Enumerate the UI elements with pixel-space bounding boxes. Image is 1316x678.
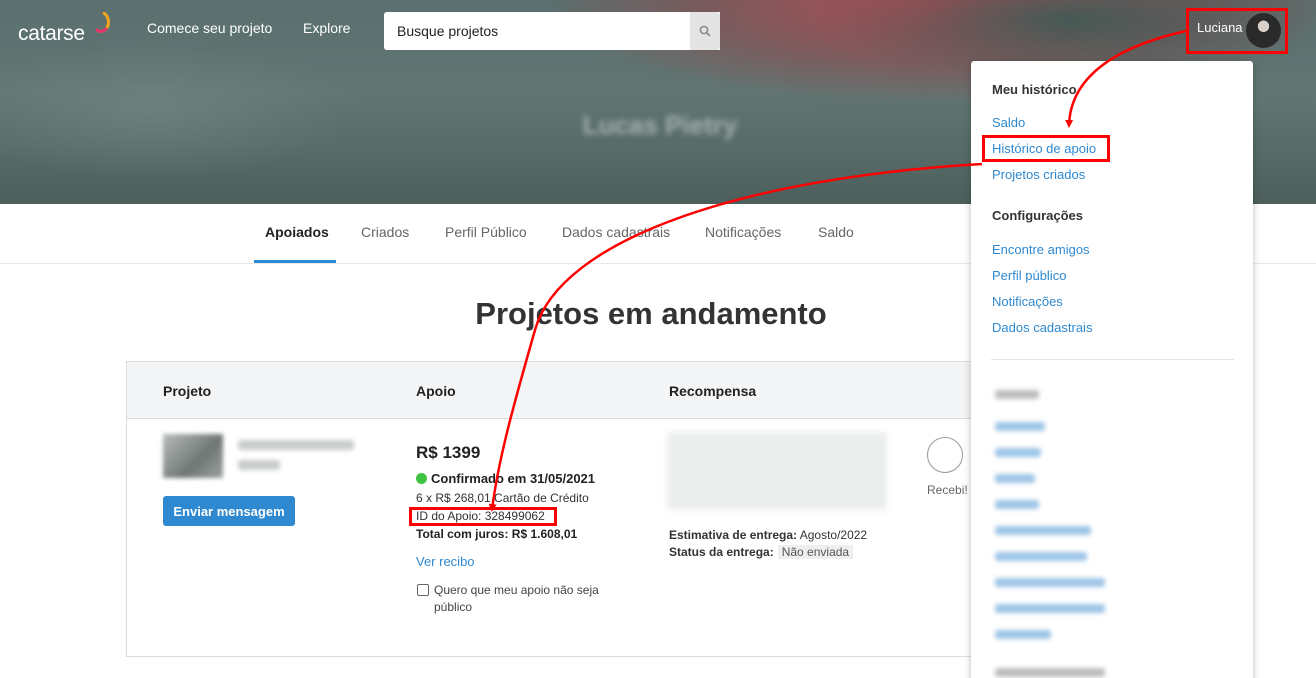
- tab-apoiados[interactable]: Apoiados: [265, 224, 329, 240]
- catarse-logo[interactable]: catarse: [18, 22, 85, 46]
- dropdown-item-perfil-publico[interactable]: Perfil público: [992, 268, 1066, 283]
- project-title-blurred-2: [238, 460, 280, 470]
- project-thumbnail[interactable]: [163, 434, 223, 478]
- private-support-checkbox[interactable]: [417, 584, 429, 596]
- project-title-blurred[interactable]: [238, 440, 354, 450]
- dropdown-blurred-item[interactable]: [995, 604, 1105, 613]
- search-bar: [384, 12, 720, 50]
- dropdown-item-saldo[interactable]: Saldo: [992, 115, 1025, 130]
- tab-perfil-publico[interactable]: Perfil Público: [445, 224, 527, 240]
- search-icon: [699, 25, 711, 37]
- table-header: [127, 362, 1005, 419]
- tab-dados-cadastrais[interactable]: Dados cadastrais: [562, 224, 670, 240]
- dropdown-blurred-heading: [995, 390, 1039, 399]
- total-with-interest: Total com juros: R$ 1.608,01: [416, 527, 578, 541]
- private-support-label[interactable]: Quero que meu apoio não seja público: [434, 582, 614, 616]
- send-message-button[interactable]: Enviar mensagem: [163, 496, 295, 526]
- tab-criados[interactable]: Criados: [361, 224, 409, 240]
- delivery-estimate: Estimativa de entrega: Agosto/2022: [669, 528, 868, 542]
- dropdown-heading-history: Meu histórico: [992, 82, 1077, 97]
- dropdown-item-projetos-criados[interactable]: Projetos criados: [992, 167, 1085, 182]
- catarse-logo-mark-icon: [96, 12, 110, 33]
- annotation-highlight-user-menu: [1186, 8, 1288, 54]
- tab-saldo[interactable]: Saldo: [818, 224, 854, 240]
- dropdown-blurred-item[interactable]: [995, 526, 1091, 535]
- dropdown-divider: [991, 359, 1234, 360]
- column-header-recompensa: Recompensa: [669, 383, 757, 399]
- dropdown-blurred-item[interactable]: [995, 552, 1087, 561]
- delivery-status-badge: Não enviada: [777, 545, 854, 559]
- active-tab-indicator: [254, 260, 336, 263]
- search-button[interactable]: [690, 12, 720, 50]
- nav-start-project-link[interactable]: Comece seu projeto: [147, 20, 272, 36]
- annotation-highlight-history-link: [982, 135, 1110, 162]
- dropdown-item-dados-cadastrais[interactable]: Dados cadastrais: [992, 320, 1092, 335]
- delivery-status: Status da entrega: Não enviada: [669, 545, 854, 559]
- received-toggle[interactable]: [927, 437, 963, 473]
- tab-notificacoes[interactable]: Notificações: [705, 224, 781, 240]
- annotation-highlight-support-id: [409, 507, 557, 526]
- dropdown-blurred-item[interactable]: [995, 448, 1041, 457]
- profile-name-blurred: Lucas Pietry: [582, 110, 738, 140]
- search-input[interactable]: [384, 12, 690, 50]
- nav-explore-link[interactable]: Explore: [303, 20, 350, 36]
- dropdown-blurred-item[interactable]: [995, 474, 1035, 483]
- installments-text: 6 x R$ 268,01 Cartão de Crédito: [416, 491, 589, 505]
- received-label: Recebi!: [927, 483, 968, 497]
- confirmed-status-icon: [416, 473, 427, 484]
- contribution-amount: R$ 1399: [416, 443, 481, 462]
- dropdown-heading-settings: Configurações: [992, 208, 1084, 223]
- dropdown-blurred-item[interactable]: [995, 422, 1045, 431]
- dropdown-blurred-item[interactable]: [995, 500, 1039, 509]
- column-header-projeto: Projeto: [163, 383, 212, 399]
- dropdown-blurred-item: [995, 668, 1105, 677]
- column-header-apoio: Apoio: [416, 383, 456, 399]
- reward-description-blurred: [667, 432, 887, 510]
- dropdown-item-encontre-amigos[interactable]: Encontre amigos: [992, 242, 1090, 257]
- dropdown-blurred-item[interactable]: [995, 630, 1051, 639]
- dropdown-blurred-item[interactable]: [995, 578, 1105, 587]
- dropdown-item-notificacoes[interactable]: Notificações: [992, 294, 1063, 309]
- view-receipt-link[interactable]: Ver recibo: [416, 554, 475, 569]
- payment-status: Confirmado em 31/05/2021: [431, 471, 596, 486]
